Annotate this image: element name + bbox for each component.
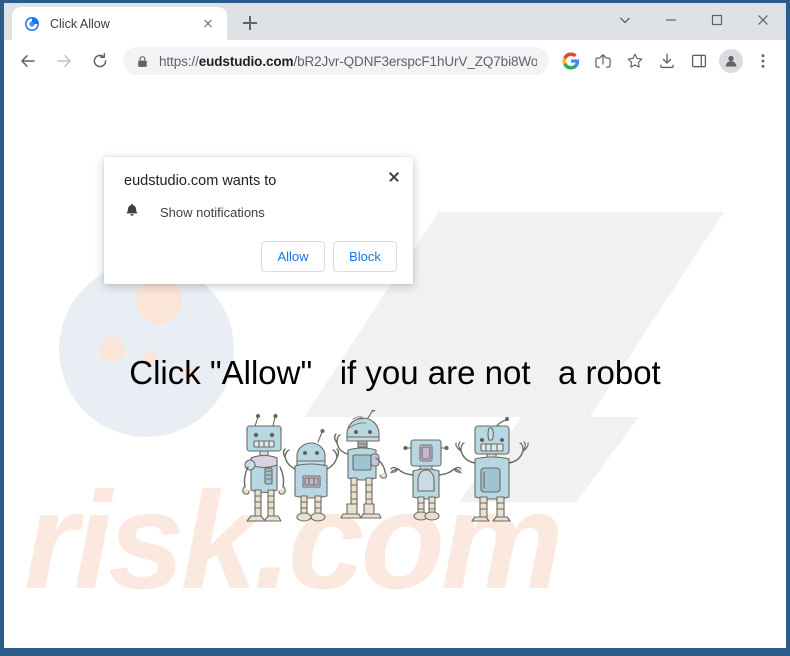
google-lens-icon[interactable]	[557, 47, 585, 75]
dialog-actions: Allow Block	[124, 241, 397, 272]
watermark-dot-1	[136, 278, 182, 324]
browser-window: Click Allow https://eudstudio.com/bR2Jvr…	[0, 0, 790, 656]
close-icon[interactable]	[740, 3, 786, 37]
bookmark-star-icon[interactable]	[621, 47, 649, 75]
dialog-title: eudstudio.com wants to	[124, 173, 277, 189]
download-icon[interactable]	[653, 47, 681, 75]
permission-row: Show notifications	[124, 203, 397, 221]
browser-tab[interactable]: Click Allow	[12, 7, 227, 40]
minimize-icon[interactable]	[648, 3, 694, 37]
forward-button[interactable]	[49, 46, 79, 76]
tab-close-icon[interactable]	[199, 15, 217, 33]
watermark-logo-circle	[59, 262, 234, 437]
page-content: risk.com Click "Allow" if you are not a …	[4, 82, 786, 648]
new-tab-button[interactable]	[236, 9, 264, 37]
url-scheme: https://	[159, 53, 199, 69]
permission-label: Show notifications	[160, 204, 265, 220]
blue-swirl-favicon-icon	[24, 16, 40, 32]
url-domain: eudstudio.com	[198, 53, 294, 69]
address-bar-url: https://eudstudio.com/bR2Jvr-QDNF3erspcF…	[159, 54, 537, 69]
side-panel-icon[interactable]	[685, 47, 713, 75]
lock-icon	[136, 55, 149, 68]
tab-title: Click Allow	[50, 16, 110, 31]
page-headline: Click "Allow" if you are not a robot	[129, 354, 661, 391]
tab-search-chevron-down-icon[interactable]	[602, 3, 648, 37]
block-button[interactable]: Block	[333, 241, 397, 272]
address-bar[interactable]: https://eudstudio.com/bR2Jvr-QDNF3erspcF…	[123, 47, 549, 75]
tab-strip: Click Allow	[4, 3, 786, 40]
profile-avatar-icon[interactable]	[717, 47, 745, 75]
maximize-square-icon[interactable]	[694, 3, 740, 37]
browser-toolbar: https://eudstudio.com/bR2Jvr-QDNF3erspcF…	[4, 40, 786, 82]
more-menu-icon[interactable]	[749, 47, 777, 75]
bell-icon	[124, 203, 142, 221]
allow-button[interactable]: Allow	[261, 241, 325, 272]
share-icon[interactable]	[589, 47, 617, 75]
window-controls	[602, 3, 786, 37]
back-button[interactable]	[13, 46, 43, 76]
url-path: /bR2Jvr-QDNF3erspcF1hUrV_ZQ7bi8WoLrVAv0C…	[293, 53, 537, 69]
reload-button[interactable]	[85, 46, 115, 76]
dialog-close-icon[interactable]	[384, 166, 404, 186]
five-cartoon-robots-illustration	[235, 407, 555, 540]
notification-permission-dialog: eudstudio.com wants to Show notification…	[104, 157, 413, 284]
